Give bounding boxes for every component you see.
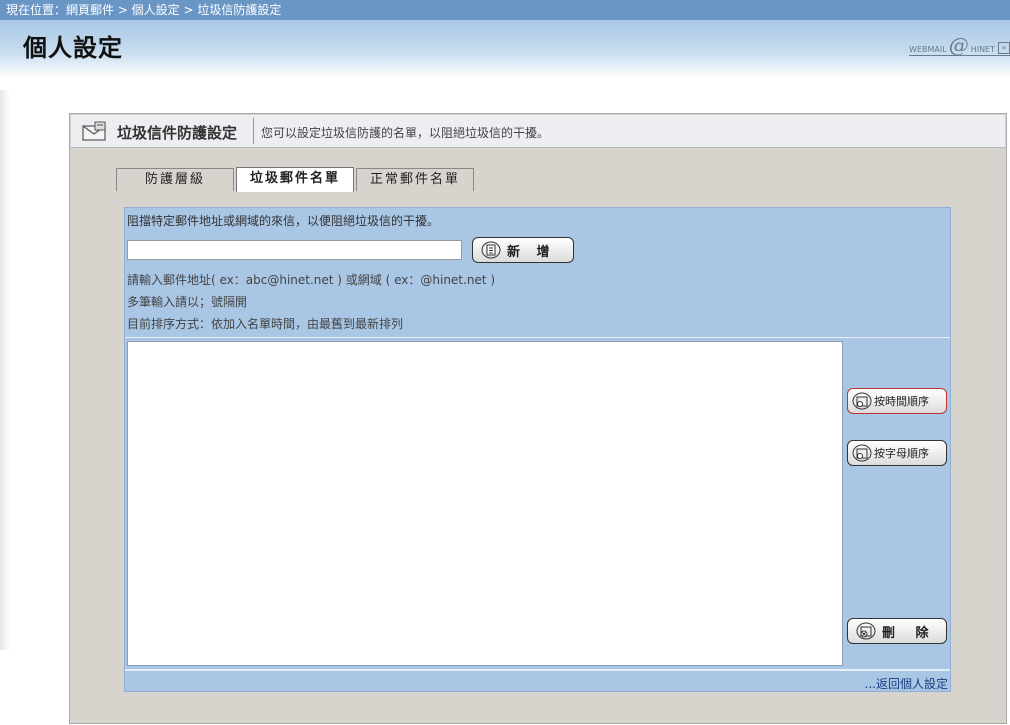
help-multi-text: 多筆輸入請以；號隔開 [127, 295, 248, 309]
sort-by-time-label: 按時間順序 [874, 395, 929, 408]
delete-button[interactable]: 刪 除 [847, 618, 947, 644]
tab-spam-list[interactable]: 垃圾郵件名單 [236, 167, 354, 192]
address-input[interactable] [127, 240, 462, 260]
tab-normal-list[interactable]: 正常郵件名單 [356, 168, 474, 191]
header: 個人設定 WEBMAIL @ HINET » [0, 20, 1010, 78]
add-button-label: 新 增 [507, 244, 556, 260]
clock-sort-icon [852, 392, 872, 410]
add-entry-section: 阻擋特定郵件地址或網域的來信，以便阻絕垃圾信的干擾。 新 增 請輸入郵件地址( … [125, 208, 950, 338]
sort-by-alpha-button[interactable]: 按字母順序 [847, 440, 947, 466]
brand-left-text: WEBMAIL [909, 45, 947, 54]
breadcrumb: 現在位置：網頁郵件 > 個人設定 > 垃圾信防護設定 [6, 3, 282, 17]
webmail-hinet-logo[interactable]: WEBMAIL @ HINET » [909, 34, 1010, 56]
delete-button-label: 刪 除 [882, 625, 937, 641]
tab-bar: 防護層級 垃圾郵件名單 正常郵件名單 [116, 167, 476, 192]
panel-header-divider [253, 118, 254, 144]
content-footer: ...返回個人設定 [125, 669, 950, 693]
delete-icon [856, 622, 876, 640]
section-description: 阻擋特定郵件地址或網域的來信，以便阻絕垃圾信的干擾。 [127, 214, 440, 228]
panel-hint: 您可以設定垃圾信防護的名單，以阻絕垃圾信的干擾。 [261, 126, 550, 140]
mail-shield-icon [82, 121, 106, 141]
sort-status-text: 目前排序方式：依加入名單時間，由最舊到最新排列 [127, 317, 404, 331]
spam-list-content: 阻擋特定郵件地址或網域的來信，以便阻絕垃圾信的干擾。 新 增 請輸入郵件地址( … [124, 207, 951, 692]
left-shadow [0, 90, 10, 650]
brand-at-icon: @ [948, 33, 969, 57]
sort-by-time-button[interactable]: 按時間順序 [847, 388, 947, 414]
help-format-text: 請輸入郵件地址( ex：abc@hinet.net ) 或網域 ( ex：@hi… [127, 273, 496, 287]
sort-by-alpha-label: 按字母順序 [874, 447, 929, 460]
alpha-sort-icon [852, 444, 872, 462]
tab-protection-level[interactable]: 防護層級 [116, 168, 234, 191]
location-bar: 現在位置：網頁郵件 > 個人設定 > 垃圾信防護設定 [0, 0, 1010, 20]
panel-header: 垃圾信件防護設定 您可以設定垃圾信防護的名單，以阻絕垃圾信的干擾。 [71, 115, 1005, 148]
panel-title: 垃圾信件防護設定 [117, 124, 238, 142]
notepad-icon [481, 241, 501, 259]
forward-arrow-icon[interactable]: » [998, 42, 1010, 54]
add-button[interactable]: 新 增 [472, 237, 574, 263]
spam-address-list[interactable] [127, 341, 843, 666]
back-to-settings-link[interactable]: ...返回個人設定 [865, 675, 948, 692]
brand-right-text: HINET [970, 45, 995, 54]
section-divider [125, 337, 950, 338]
page-title: 個人設定 [23, 33, 123, 62]
